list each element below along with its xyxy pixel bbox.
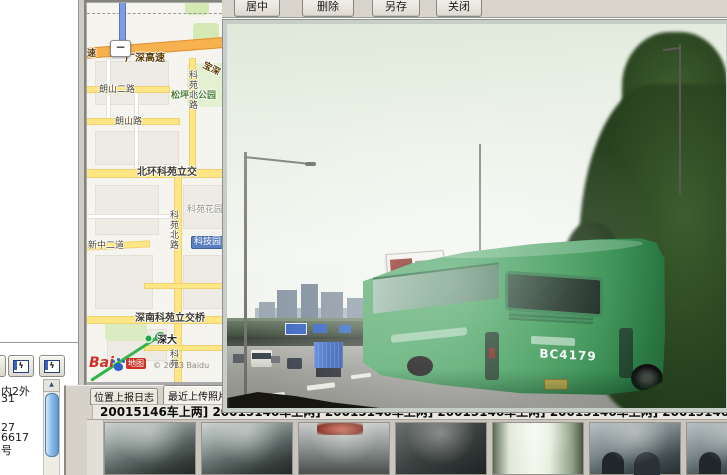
map-label: 深南科苑立交桥 (135, 309, 205, 324)
bus-tail-light-right (619, 328, 633, 378)
thumbnail[interactable] (105, 423, 195, 474)
photo-viewer-window: 居中 删除 另存 关闭 (222, 0, 727, 412)
delete-button[interactable]: 删除 (302, 0, 354, 17)
highway-sign (313, 324, 327, 333)
van-window (252, 353, 271, 359)
map-label: 广深高速 (125, 49, 165, 64)
map-block (183, 255, 227, 309)
map-park (105, 321, 147, 341)
map-label: 朗山路 (115, 114, 142, 127)
map-poi-badge[interactable]: 科技园 (191, 236, 224, 249)
center-button[interactable]: 居中 (234, 0, 280, 17)
street-lamp-arm (244, 156, 310, 165)
photo-toolbar: 居中 删除 另存 关闭 (222, 0, 727, 17)
map-label: 新中二道 (88, 238, 124, 251)
map-road (135, 87, 138, 171)
map-attribution: © 2013 Baidu (153, 361, 209, 370)
bus-rear-window (505, 271, 603, 318)
dark-car (287, 358, 302, 369)
map-road (145, 346, 227, 350)
map-panel: − 速 广深高速 宝深 朗山二路 松坪山公园 朗山路 科苑北路 北环科苑立交 科… (84, 0, 234, 389)
map-label: 深大 (157, 331, 177, 346)
window-bolt-icon: ϟ (44, 360, 60, 373)
export-log-button-2[interactable]: ϟ (39, 355, 65, 377)
highway-sign (285, 323, 307, 335)
tail-light-red (489, 348, 495, 358)
baidu-map[interactable]: − 速 广深高速 宝深 朗山二路 松坪山公园 朗山路 科苑北路 北环科苑立交 科… (87, 3, 227, 382)
map-label: 科苑花园 (187, 202, 223, 215)
pole (479, 144, 481, 260)
baidu-logo-text: Bai (89, 355, 114, 371)
thumbnail[interactable] (202, 423, 292, 474)
map-label: 北环科苑立交 (137, 163, 197, 178)
thumbnail[interactable] (590, 423, 680, 474)
map-boundary-line (87, 13, 227, 14)
street-lamp-pole (244, 152, 247, 408)
lamp-head (305, 162, 316, 166)
map-label: 科苑北路 (189, 71, 200, 111)
track-route-line (119, 3, 126, 45)
dashcam-photo: BC4179 (227, 24, 726, 408)
thumbnail[interactable] (493, 423, 583, 474)
photo-frame: BC4179 (222, 19, 727, 413)
screen: ϟ ϟ 内2外 31 27 6617 号 ▲ (0, 0, 727, 475)
scrollbar-thumb[interactable] (45, 393, 59, 457)
truck-cab (316, 368, 341, 377)
bus-roof-highlight (423, 236, 643, 261)
map-label: 科苑北路 (170, 211, 181, 251)
export-log-button[interactable]: ϟ (8, 355, 34, 377)
vehicle-marker[interactable]: − (110, 40, 131, 57)
thumbnail-strip (87, 419, 727, 475)
map-block (95, 255, 153, 309)
bus-front-wheel (407, 356, 433, 376)
bus-rear-text-blur (531, 336, 575, 346)
window-bolt-icon: ϟ (13, 360, 29, 373)
divider (0, 342, 78, 346)
tab-location-log[interactable]: 位置上报日志 (90, 388, 158, 405)
save-as-button[interactable]: 另存 (372, 0, 420, 17)
bus-plate-text: BC4179 (523, 346, 613, 365)
thumbnail[interactable] (299, 423, 389, 474)
close-button[interactable]: 关闭 (436, 0, 482, 17)
car (271, 356, 280, 363)
metro-icon (144, 334, 153, 343)
pole (679, 44, 681, 194)
map-label: 速 (87, 46, 96, 59)
scroll-up-arrow-icon[interactable]: ▲ (43, 379, 60, 392)
bus-side-text-blur (391, 327, 467, 343)
baidu-paw-icon (114, 363, 123, 371)
blue-truck (314, 342, 343, 368)
baidu-map-badge: 地图 (126, 358, 146, 369)
map-label: 朗山二路 (99, 82, 135, 95)
thumb-scroll-edge (87, 420, 104, 475)
bus-license-plate (544, 379, 568, 390)
thumbnail[interactable] (687, 423, 727, 474)
map-block (95, 185, 159, 235)
toolbar-button-partial[interactable] (0, 355, 6, 377)
list-item: 31 (1, 392, 15, 405)
highway-sign (339, 325, 351, 333)
map-road (87, 215, 175, 218)
thumbnail[interactable] (396, 423, 486, 474)
list-item: 号 (1, 442, 12, 458)
map-road (145, 284, 227, 288)
